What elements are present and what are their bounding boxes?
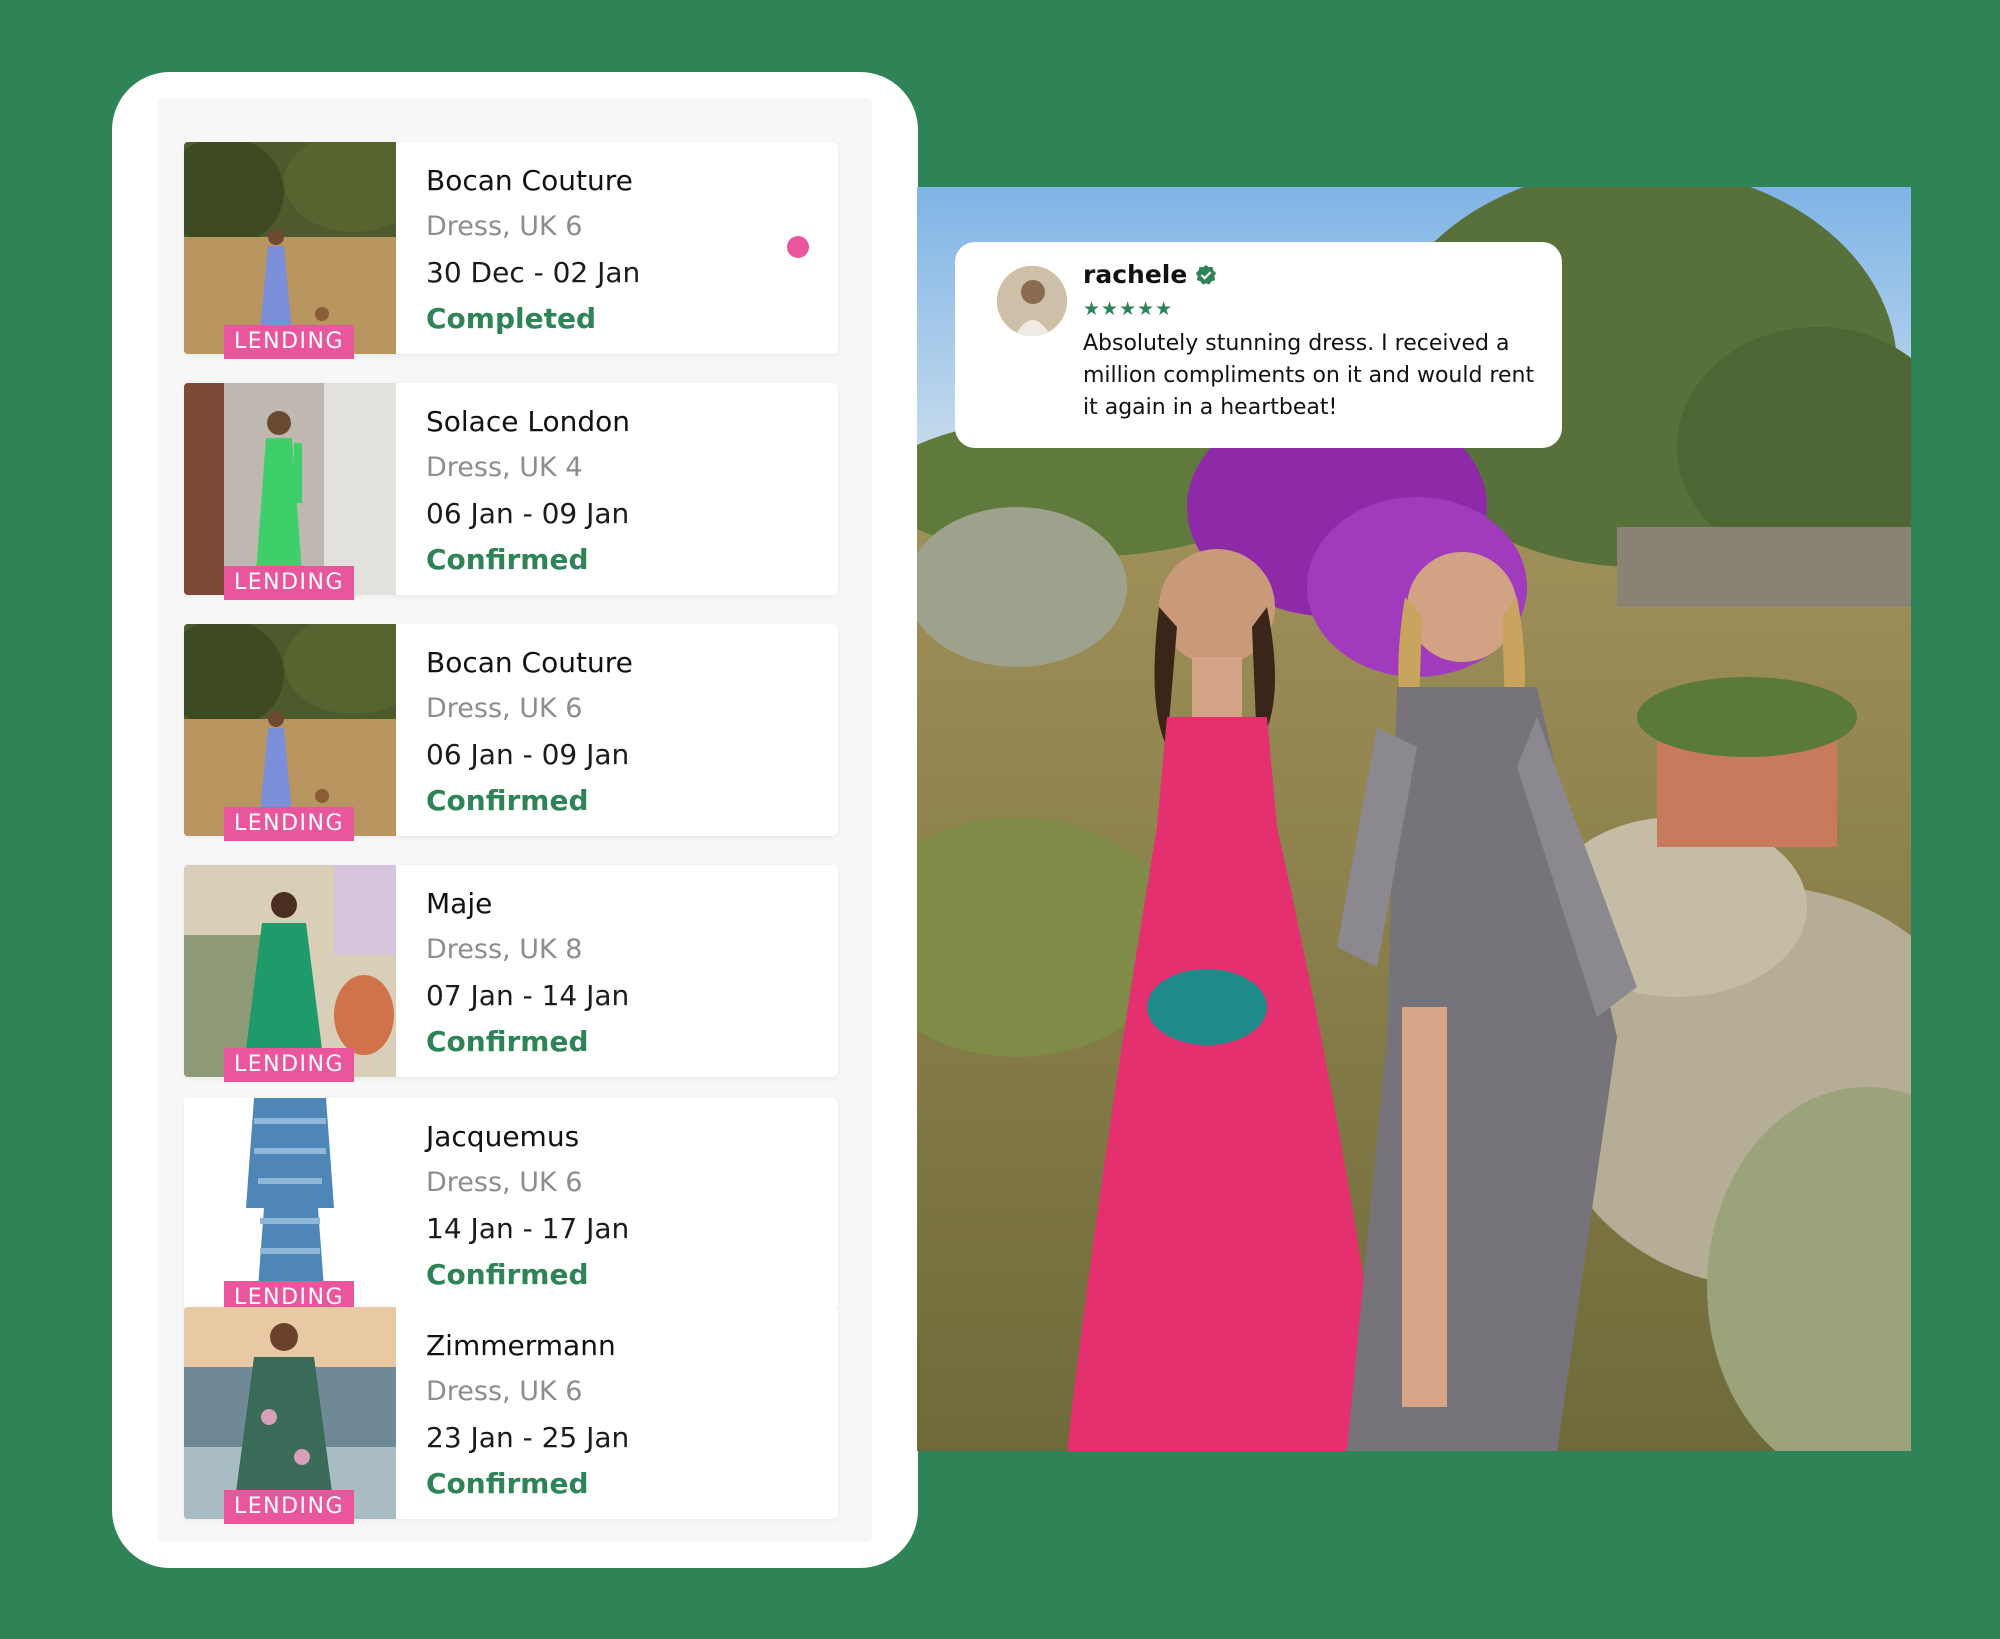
- rental-dates: 06 Jan - 09 Jan: [426, 738, 630, 771]
- item-size: Dress, UK 6: [426, 211, 583, 242]
- item-size: Dress, UK 6: [426, 1376, 583, 1407]
- booking-info: Bocan Couture Dress, UK 6 06 Jan - 09 Ja…: [426, 640, 633, 824]
- verified-badge-icon: [1196, 264, 1217, 285]
- brand-name: Maje: [426, 887, 493, 920]
- item-size: Dress, UK 8: [426, 934, 583, 965]
- item-size: Dress, UK 4: [426, 452, 583, 483]
- booking-info: Maje Dress, UK 8 07 Jan - 14 Jan Confirm…: [426, 881, 629, 1065]
- booking-status: Confirmed: [426, 543, 589, 576]
- rental-dates: 06 Jan - 09 Jan: [426, 497, 630, 530]
- rental-dates: 14 Jan - 17 Jan: [426, 1212, 630, 1245]
- rental-dates: 07 Jan - 14 Jan: [426, 979, 630, 1012]
- reviewer-name-row: rachele: [1083, 260, 1217, 289]
- brand-name: Solace London: [426, 405, 630, 438]
- bookings-list: LENDING Bocan Couture Dress, UK 6 30 Dec…: [158, 98, 872, 1542]
- booking-item[interactable]: LENDING Maje Dress, UK 8 07 Jan - 14 Jan…: [184, 865, 838, 1082]
- booking-info: Solace London Dress, UK 4 06 Jan - 09 Ja…: [426, 399, 630, 583]
- lending-badge: LENDING: [224, 1048, 354, 1082]
- lending-badge: LENDING: [224, 566, 354, 600]
- item-size: Dress, UK 6: [426, 1167, 583, 1198]
- booking-item[interactable]: LENDING Bocan Couture Dress, UK 6 30 Dec…: [184, 142, 838, 359]
- brand-name: Zimmermann: [426, 1329, 616, 1362]
- dress-thumbnail: [184, 624, 396, 836]
- reviewer-name: rachele: [1083, 260, 1188, 289]
- brand-name: Jacquemus: [426, 1120, 580, 1153]
- booking-status: Confirmed: [426, 784, 589, 817]
- brand-name: Bocan Couture: [426, 164, 633, 197]
- rental-dates: 23 Jan - 25 Jan: [426, 1421, 630, 1454]
- review-card: rachele ★★★★★ Absolutely stunning dress.…: [955, 242, 1562, 448]
- booking-info: Bocan Couture Dress, UK 6 30 Dec - 02 Ja…: [426, 158, 640, 342]
- lending-badge: LENDING: [224, 325, 354, 359]
- booking-info: Jacquemus Dress, UK 6 14 Jan - 17 Jan Co…: [426, 1114, 629, 1298]
- booking-status: Confirmed: [426, 1467, 589, 1500]
- unread-dot-icon: [787, 236, 809, 258]
- booking-item[interactable]: LENDING Solace London Dress, UK 4 06 Jan…: [184, 383, 838, 600]
- avatar: [997, 266, 1067, 336]
- booking-item[interactable]: LENDING Jacquemus Dress, UK 6 14 Jan - 1…: [184, 1098, 838, 1315]
- bookings-card: LENDING Bocan Couture Dress, UK 6 30 Dec…: [112, 72, 918, 1568]
- booking-status: Confirmed: [426, 1025, 589, 1058]
- dress-thumbnail: [184, 1307, 396, 1519]
- item-size: Dress, UK 6: [426, 693, 583, 724]
- lending-badge: LENDING: [224, 1490, 354, 1524]
- booking-item[interactable]: LENDING Zimmermann Dress, UK 6 23 Jan - …: [184, 1307, 838, 1524]
- booking-item[interactable]: LENDING Bocan Couture Dress, UK 6 06 Jan…: [184, 624, 838, 841]
- booking-info: Zimmermann Dress, UK 6 23 Jan - 25 Jan C…: [426, 1323, 629, 1507]
- booking-status: Confirmed: [426, 1258, 589, 1291]
- dress-thumbnail: [184, 865, 396, 1077]
- booking-status: Completed: [426, 302, 597, 335]
- brand-name: Bocan Couture: [426, 646, 633, 679]
- dress-thumbnail: [184, 383, 396, 595]
- dress-thumbnail: [184, 142, 396, 354]
- rental-dates: 30 Dec - 02 Jan: [426, 256, 641, 289]
- lending-badge: LENDING: [224, 807, 354, 841]
- dress-thumbnail: [184, 1098, 396, 1310]
- review-text: Absolutely stunning dress. I received a …: [1083, 331, 1535, 420]
- rating-stars-icon: ★★★★★: [1083, 298, 1174, 320]
